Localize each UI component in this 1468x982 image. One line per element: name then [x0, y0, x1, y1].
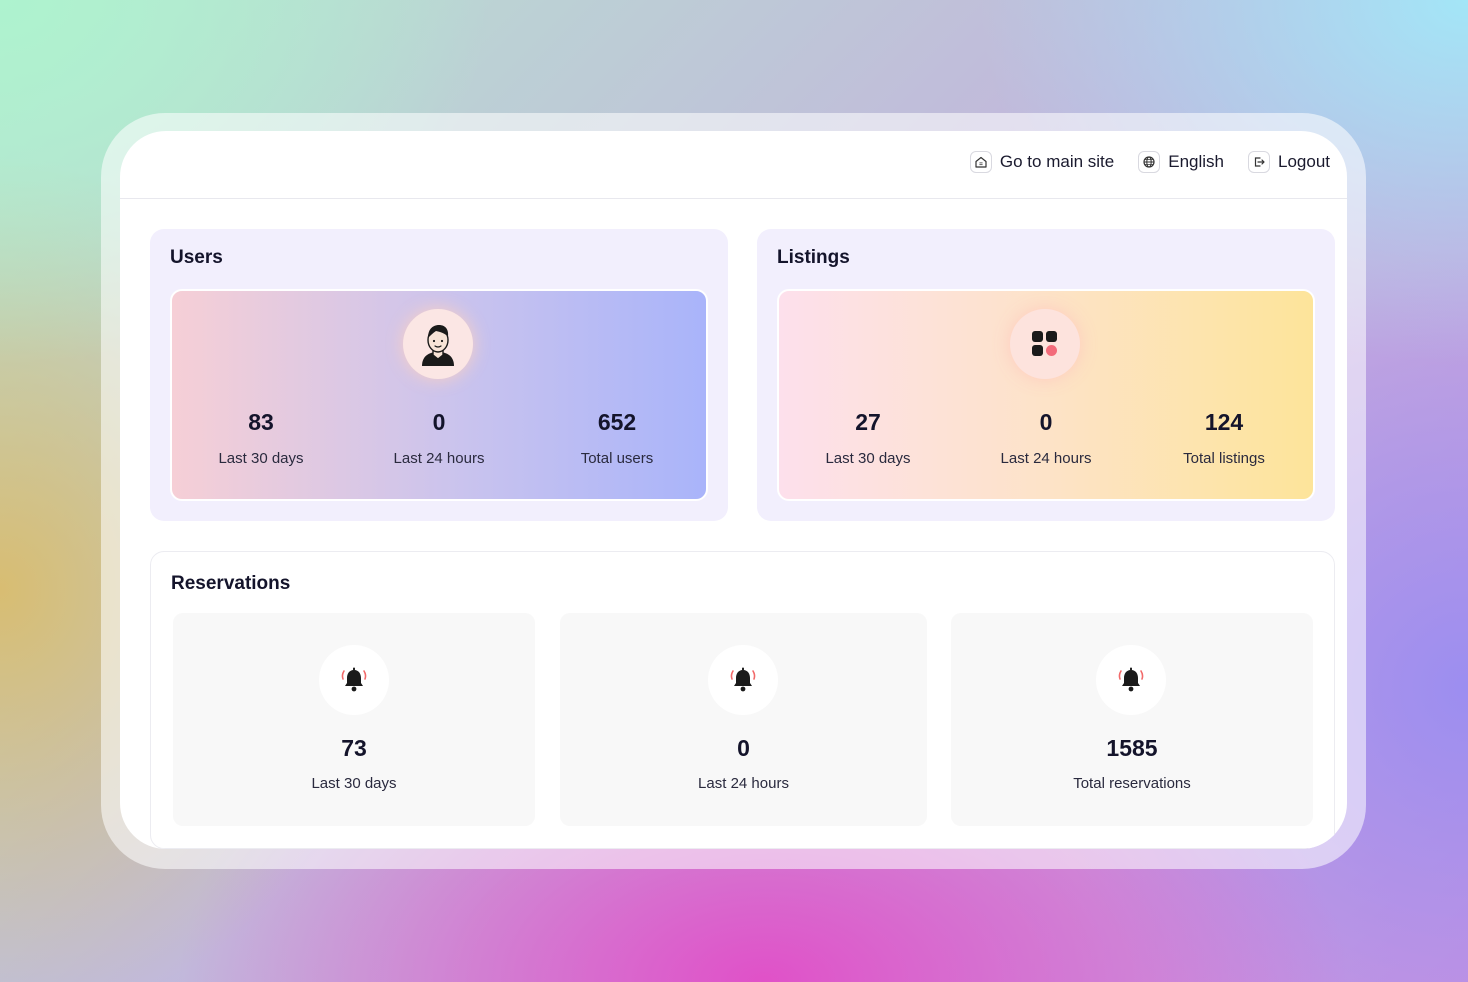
- user-avatar-icon: [403, 309, 473, 379]
- users-stat-30-days: 83 Last 30 days: [172, 409, 350, 467]
- users-stat-24-hours: 0 Last 24 hours: [350, 409, 528, 467]
- reservations-stat-24-hours: 0 Last 24 hours: [560, 613, 927, 826]
- stat-value: 124: [1204, 409, 1244, 435]
- stat-label: Last 24 hours: [1000, 450, 1092, 467]
- go-to-main-site-link[interactable]: Go to main site: [969, 151, 1115, 173]
- stat-label: Last 30 days: [311, 775, 397, 792]
- top-bar: Go to main site English Logout: [120, 131, 1347, 199]
- bell-icon: [319, 645, 389, 715]
- listings-title: Listings: [777, 247, 850, 268]
- go-to-main-site-label: Go to main site: [999, 152, 1115, 171]
- listings-panel: Listings 27 Last 30 days 0 Last 24 hours: [757, 229, 1335, 521]
- reservations-title: Reservations: [171, 573, 291, 594]
- listings-stat-total: 124 Total listings: [1135, 409, 1313, 467]
- logout-button[interactable]: Logout: [1248, 151, 1330, 173]
- listings-stat-columns: 27 Last 30 days 0 Last 24 hours 124 Tota…: [779, 409, 1313, 467]
- listings-stat-30-days: 27 Last 30 days: [779, 409, 957, 467]
- stat-value: 652: [597, 409, 637, 435]
- stat-value: 0: [1039, 409, 1053, 435]
- logout-label: Logout: [1278, 152, 1330, 171]
- language-label: English: [1168, 152, 1224, 171]
- users-stat-columns: 83 Last 30 days 0 Last 24 hours 652 Tota…: [172, 409, 706, 467]
- stat-label: Last 24 hours: [698, 775, 789, 792]
- admin-dashboard: Go to main site English Logout Users 83 …: [120, 131, 1347, 849]
- reservations-stat-total: 1585 Total reservations: [951, 613, 1313, 826]
- stat-label: Total reservations: [1073, 775, 1191, 792]
- bell-icon: [1096, 645, 1166, 715]
- stat-value: 83: [248, 409, 274, 435]
- stat-label: Total users: [580, 450, 654, 467]
- stat-value: 0: [432, 409, 446, 435]
- stat-label: Last 24 hours: [393, 450, 485, 467]
- bell-icon: [708, 645, 778, 715]
- users-stats-card: 83 Last 30 days 0 Last 24 hours 652 Tota…: [170, 289, 708, 501]
- stat-label: Total listings: [1183, 450, 1265, 467]
- language-selector[interactable]: English: [1138, 151, 1224, 173]
- reservations-stat-30-days: 73 Last 30 days: [173, 613, 535, 826]
- stat-value: 0: [737, 735, 750, 761]
- reservations-panel: Reservations 73 Last 30 days 0 Last 24 h…: [150, 551, 1335, 849]
- users-panel: Users 83 Last 30 days 0 Last 24 hours 65…: [150, 229, 728, 521]
- top-nav: Go to main site English Logout: [969, 151, 1330, 173]
- globe-icon: [1138, 151, 1161, 173]
- stat-label: Last 30 days: [218, 450, 304, 467]
- users-title: Users: [170, 247, 223, 268]
- listings-stat-24-hours: 0 Last 24 hours: [957, 409, 1135, 467]
- users-stat-total: 652 Total users: [528, 409, 706, 467]
- stat-value: 73: [341, 735, 367, 761]
- logout-icon: [1248, 151, 1270, 173]
- listings-stats-card: 27 Last 30 days 0 Last 24 hours 124 Tota…: [777, 289, 1315, 501]
- grid-apps-icon: [1010, 309, 1080, 379]
- home-icon: [969, 151, 992, 173]
- stat-value: 1585: [1106, 735, 1158, 761]
- stat-label: Last 30 days: [825, 450, 911, 467]
- stat-value: 27: [855, 409, 881, 435]
